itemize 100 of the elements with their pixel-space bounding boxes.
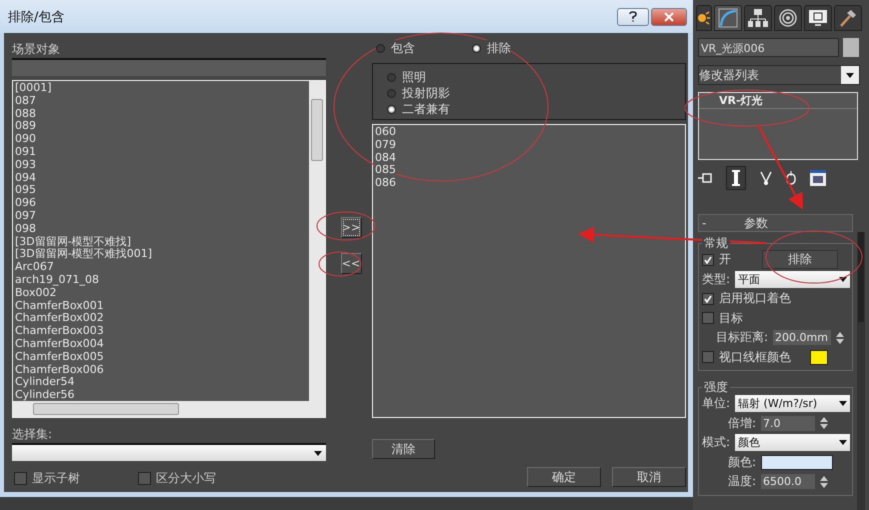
hierarchy-tab[interactable] <box>744 5 772 31</box>
type-dropdown[interactable]: 平面 <box>735 270 850 288</box>
modifier-stack[interactable]: VR-灯光 <box>698 92 858 160</box>
concentric-circles-icon <box>779 9 797 27</box>
show-end-result-button[interactable] <box>726 166 746 190</box>
excluded-object-list[interactable]: 060 079 084 085 086 <box>372 124 686 418</box>
filter-field[interactable] <box>12 58 326 76</box>
spinner-arrows-icon[interactable] <box>820 474 828 489</box>
clear-button[interactable]: 清除 <box>372 439 435 459</box>
checkbox-label: 目标 <box>719 310 743 327</box>
modify-tab[interactable] <box>714 5 742 31</box>
object-name-field[interactable]: VR_光源006 <box>698 38 839 57</box>
move-button[interactable]: << <box>340 253 362 274</box>
list-item[interactable]: ChamferBox002 <box>15 312 307 326</box>
list-item[interactable]: ChamferBox004 <box>15 338 307 351</box>
radio-button[interactable] <box>387 104 396 114</box>
list-item[interactable]: 091 <box>15 146 307 159</box>
color-swatch[interactable] <box>761 454 834 470</box>
checkbox[interactable] <box>14 472 27 485</box>
modifier-list-dropdown[interactable]: 修改器列表 <box>698 65 860 85</box>
selection-set-dropdown[interactable] <box>12 443 326 461</box>
list-item[interactable]: ChamferBox001 <box>15 300 307 312</box>
radio-label: 二者兼有 <box>402 100 450 118</box>
field-label: 倍增: <box>728 414 756 432</box>
dialog-button[interactable]: 确定 <box>527 467 601 487</box>
radio-button[interactable] <box>472 44 481 52</box>
checkbox[interactable] <box>702 254 714 266</box>
list-item[interactable]: 090 <box>15 133 307 146</box>
list-item[interactable]: 097 <box>15 210 307 223</box>
list-item[interactable]: 085 <box>375 164 396 178</box>
checkbox-label: 显示子树 <box>32 470 80 487</box>
fork-icon[interactable] <box>760 171 772 185</box>
list-item[interactable]: 093 <box>15 158 307 172</box>
list-item[interactable]: 095 <box>15 184 307 198</box>
list-item[interactable]: [0001] <box>15 82 307 95</box>
configure-icon[interactable] <box>810 170 826 186</box>
radio-button[interactable] <box>387 72 396 82</box>
list-item[interactable]: 096 <box>15 197 307 210</box>
radio-label: 照明 <box>402 68 426 86</box>
checkbox[interactable] <box>138 472 151 485</box>
exclude-button[interactable]: 排除 <box>762 250 838 270</box>
list-item[interactable]: Arc067 <box>15 261 307 274</box>
close-button[interactable] <box>651 8 687 26</box>
spinner-field[interactable]: 7.0 <box>761 416 816 431</box>
spinner-arrows-icon[interactable] <box>820 416 828 430</box>
list-item[interactable]: 098 <box>15 222 307 236</box>
checkbox[interactable] <box>702 312 714 324</box>
checkbox[interactable] <box>702 292 714 305</box>
object-color-swatch[interactable] <box>843 38 859 57</box>
list-item[interactable]: Cylinder56 <box>15 389 307 401</box>
create-tab[interactable] <box>696 5 712 31</box>
target-distance-field[interactable]: 200.0mm <box>773 330 832 346</box>
checkbox[interactable] <box>702 351 714 364</box>
motion-tab[interactable] <box>774 5 802 31</box>
list-item[interactable]: [3D留留网-模型不难找001] <box>15 248 307 262</box>
utilities-tab[interactable] <box>834 5 862 31</box>
help-button[interactable] <box>617 8 649 26</box>
list-item[interactable]: 084 <box>375 152 396 164</box>
rollout-header[interactable]: - 参数 <box>698 214 853 232</box>
list-item[interactable]: 088 <box>15 108 307 120</box>
list-item[interactable]: 087 <box>15 94 307 108</box>
list-item[interactable]: [3D留留网-模型不难找] <box>15 236 307 248</box>
close-icon <box>664 12 674 22</box>
checkbox-label: 开 <box>719 251 731 268</box>
collapse-toggle[interactable]: - <box>699 215 744 231</box>
dialog-button[interactable]: 取消 <box>612 467 686 487</box>
vertical-scrollbar[interactable] <box>309 81 325 401</box>
radio-label: 投射阴影 <box>402 84 450 102</box>
list-item[interactable]: 089 <box>15 120 307 134</box>
list-item[interactable]: arch19_071_08 <box>15 274 307 287</box>
dropdown[interactable]: 颜色 <box>735 434 850 452</box>
radio-label: 排除 <box>487 40 511 56</box>
i-beam-icon <box>732 170 740 186</box>
radio-button[interactable] <box>387 88 396 98</box>
target-distance-label: 目标距离: <box>716 329 768 346</box>
radio-button[interactable] <box>376 44 385 52</box>
mouse-icon[interactable] <box>786 171 796 185</box>
spinner-field[interactable]: 6500.0 <box>761 474 816 490</box>
dropdown[interactable]: 辐射 (W/m?/sr) <box>735 395 850 412</box>
display-tab[interactable] <box>804 5 832 31</box>
horizontal-scrollbar[interactable] <box>13 401 325 417</box>
annotation-ellipse <box>318 252 362 276</box>
list-item[interactable]: Box002 <box>15 286 307 300</box>
panel-scrollbar[interactable] <box>857 232 865 510</box>
spinner-arrows-icon[interactable] <box>836 330 844 345</box>
selection-set-label: 选择集: <box>12 426 54 443</box>
caret-icon <box>839 440 847 446</box>
list-item[interactable]: ChamferBox005 <box>15 350 307 364</box>
caret-icon <box>846 72 854 78</box>
stack-item[interactable]: VR-灯光 <box>699 93 857 109</box>
scene-object-list[interactable] <box>12 80 326 418</box>
list-item[interactable]: 094 <box>15 172 307 184</box>
list-item[interactable]: ChamferBox003 <box>15 325 307 338</box>
hierarchy-icon <box>748 9 768 27</box>
pin-icon[interactable] <box>698 173 712 183</box>
list-item[interactable]: ChamferBox006 <box>15 364 307 376</box>
list-item[interactable]: Cylinder54 <box>15 376 307 390</box>
question-mark-icon <box>629 11 637 22</box>
wireframe-color-swatch[interactable] <box>810 350 828 365</box>
caret-icon <box>839 276 847 282</box>
